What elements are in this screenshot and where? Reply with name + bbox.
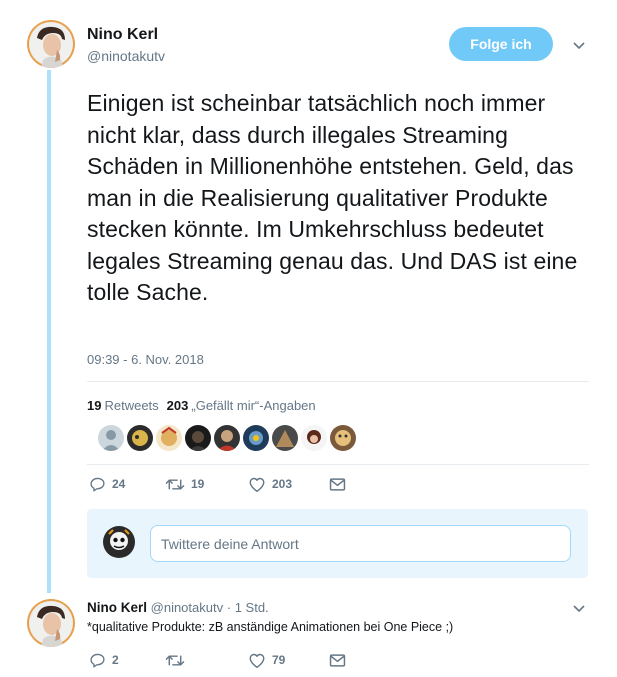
retweets-label: Retweets xyxy=(104,398,159,413)
liker-avatar[interactable] xyxy=(243,425,269,451)
following-button[interactable]: Folge ich xyxy=(449,27,553,61)
reply-count: 24 xyxy=(112,477,126,491)
heart-icon xyxy=(248,652,266,669)
current-user-avatar[interactable] xyxy=(103,526,135,558)
liker-avatar[interactable] xyxy=(301,425,327,451)
liker-avatar[interactable] xyxy=(127,425,153,451)
reply-author-handle[interactable]: @ninotakutv xyxy=(151,600,223,615)
chevron-down-icon[interactable] xyxy=(572,603,586,613)
reply-composer: Twittere deine Antwort xyxy=(87,509,588,578)
likers-avatar-list xyxy=(98,425,356,451)
retweet-icon xyxy=(165,476,185,493)
chevron-down-icon[interactable] xyxy=(572,40,586,50)
liker-avatar[interactable] xyxy=(330,425,356,451)
divider xyxy=(87,464,589,465)
reply-separator: · xyxy=(226,600,232,615)
liker-avatar[interactable] xyxy=(272,425,298,451)
retweet-icon xyxy=(165,652,185,669)
reply-tweet-text: *qualitative Produkte: zB anständige Ani… xyxy=(87,620,454,634)
retweets-stat[interactable]: 19 Retweets xyxy=(87,398,159,413)
retweet-button[interactable]: 19 xyxy=(165,474,204,494)
liker-avatar[interactable] xyxy=(214,425,240,451)
liker-avatar[interactable] xyxy=(98,425,124,451)
reply-input[interactable]: Twittere deine Antwort xyxy=(150,525,571,562)
envelope-icon xyxy=(329,477,346,492)
reply-button[interactable]: 24 xyxy=(89,474,125,494)
reply-icon xyxy=(89,652,106,669)
thread-connector-line xyxy=(47,70,51,593)
retweet-count: 19 xyxy=(191,477,205,491)
reply-button[interactable]: 2 xyxy=(89,650,119,670)
reply-tweet-header: Nino Kerl @ninotakutv · 1 Std. xyxy=(87,600,269,615)
reply-time[interactable]: 1 Std. xyxy=(235,600,269,615)
like-count: 203 xyxy=(272,477,293,491)
like-button[interactable]: 79 xyxy=(248,650,285,670)
reply-icon xyxy=(89,476,106,493)
heart-icon xyxy=(248,476,266,493)
author-handle[interactable]: @ninotakutv xyxy=(87,48,165,64)
tweet-timestamp[interactable]: 09:39 - 6. Nov. 2018 xyxy=(87,352,204,367)
liker-avatar[interactable] xyxy=(185,425,211,451)
envelope-icon xyxy=(329,653,346,668)
reply-author-name[interactable]: Nino Kerl xyxy=(87,600,147,615)
liker-avatar[interactable] xyxy=(156,425,182,451)
reply-count: 2 xyxy=(112,653,119,667)
retweets-count: 19 xyxy=(87,398,102,413)
like-button[interactable]: 203 xyxy=(248,474,292,494)
author-avatar[interactable] xyxy=(27,20,75,68)
likes-stat[interactable]: 203 „Gefällt mir“-Angaben xyxy=(167,398,316,413)
reply-author-avatar[interactable] xyxy=(27,599,75,647)
direct-message-button[interactable] xyxy=(329,474,346,494)
divider xyxy=(87,381,589,382)
tweet-stats: 19 Retweets 203 „Gefällt mir“-Angaben xyxy=(87,398,316,413)
like-count: 79 xyxy=(272,653,286,667)
likes-count: 203 xyxy=(166,398,189,413)
retweet-button[interactable] xyxy=(165,650,191,670)
tweet-text: Einigen ist scheinbar tatsächlich noch i… xyxy=(87,90,578,305)
likes-label: „Gefällt mir“-Angaben xyxy=(191,398,316,413)
direct-message-button[interactable] xyxy=(329,650,346,670)
author-name[interactable]: Nino Kerl xyxy=(87,26,158,44)
